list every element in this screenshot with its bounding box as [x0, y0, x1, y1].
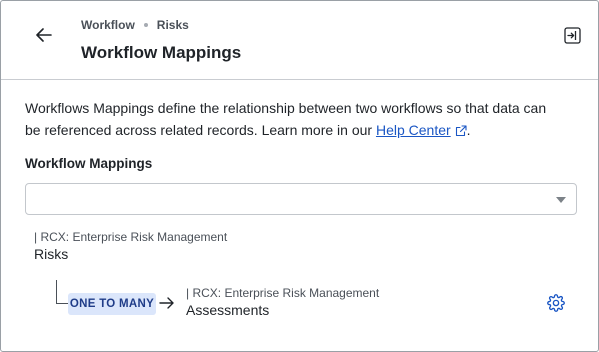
back-button[interactable] [31, 23, 57, 47]
source-workflow-subtitle: | RCX: Enterprise Risk Management [34, 230, 228, 244]
workflow-mappings-label: Workflow Mappings [25, 156, 153, 171]
arrow-left-icon [36, 28, 52, 42]
help-center-link[interactable]: Help Center [376, 122, 467, 138]
description-text: Workflows Mappings define the relationsh… [25, 97, 565, 141]
description-suffix: . [466, 122, 471, 138]
help-center-link-label[interactable]: Help Center [376, 122, 451, 138]
workflow-mappings-select[interactable] [25, 183, 577, 215]
mapping-settings-button[interactable] [547, 294, 565, 312]
workflow-mappings-panel: Workflow Risks Workflow Mappings Workflo… [0, 0, 599, 352]
panel-header: Workflow Risks Workflow Mappings [1, 1, 598, 80]
panel-exit-icon [563, 26, 581, 44]
page-title: Workflow Mappings [81, 43, 242, 62]
source-workflow-name: Risks [34, 246, 69, 262]
target-workflow-name: Assessments [186, 302, 270, 318]
breadcrumb: Workflow Risks [81, 18, 189, 32]
breadcrumb-risks[interactable]: Risks [157, 18, 189, 32]
chevron-down-icon[interactable] [556, 197, 566, 203]
arrow-right-icon [159, 297, 174, 309]
panel-exit-button[interactable] [563, 26, 581, 44]
relation-type-badge: ONE TO MANY [68, 293, 156, 315]
breadcrumb-separator [143, 23, 148, 27]
tree-connector [56, 280, 68, 304]
external-link-icon [455, 125, 467, 137]
breadcrumb-workflow[interactable]: Workflow [81, 18, 135, 32]
target-workflow-subtitle: | RCX: Enterprise Risk Management [186, 286, 380, 300]
gear-icon [547, 294, 565, 312]
